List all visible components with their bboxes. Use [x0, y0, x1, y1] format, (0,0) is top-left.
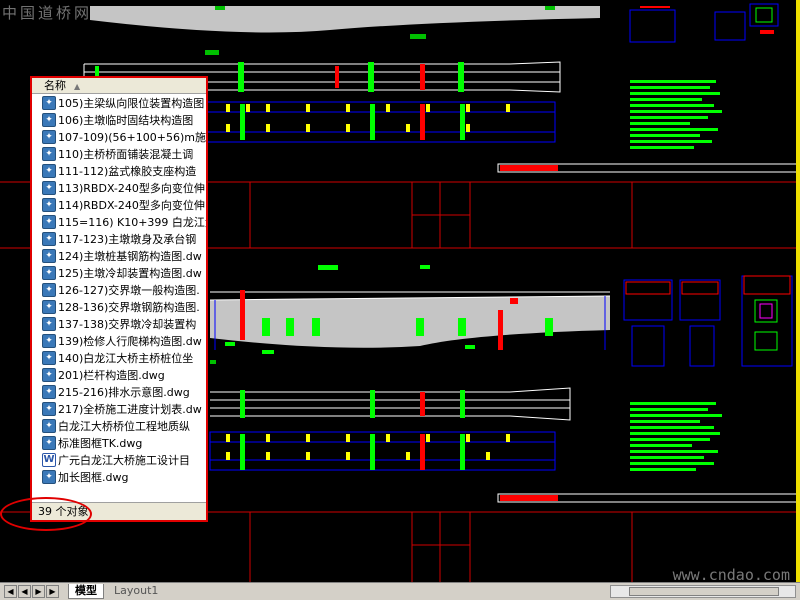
list-item[interactable]: ✦ 140)白龙江大桥主桥桩位坐: [32, 349, 206, 366]
list-item[interactable]: ✦ 117-123)主墩墩身及承台钢: [32, 230, 206, 247]
file-name-label: 215-216)排水示意图.dwg: [58, 385, 190, 399]
dwg-file-icon: ✦: [42, 146, 56, 161]
dwg-file-icon: ✦: [42, 418, 56, 433]
dwg-file-icon: ✦: [42, 350, 56, 365]
name-column-header[interactable]: 名称 ▲: [32, 78, 206, 94]
list-item[interactable]: ✦ 加长图框.dwg: [32, 468, 206, 485]
list-item[interactable]: ✦ 217)全桥施工进度计划表.dw: [32, 400, 206, 417]
file-name-label: 125)主墩冷却装置构造图.dw: [58, 266, 202, 280]
file-name-label: 115=116) K10+399 白龙江大: [58, 215, 206, 229]
file-name-label: 107-109)(56+100+56)m施工: [58, 130, 206, 144]
list-item[interactable]: ✦ 125)主墩冷却装置构造图.dw: [32, 264, 206, 281]
file-name-label: 201)栏杆构造图.dwg: [58, 368, 165, 382]
list-item[interactable]: ✦ 139)检修人行爬梯构造图.dw: [32, 332, 206, 349]
list-item[interactable]: ✦ 114)RBDX-240型多向变位伸: [32, 196, 206, 213]
prev-tab-button[interactable]: ◀: [18, 585, 31, 598]
dwg-file-icon: ✦: [42, 282, 56, 297]
list-item[interactable]: ✦ 115=116) K10+399 白龙江大: [32, 213, 206, 230]
list-item[interactable]: W 广元白龙江大桥施工设计目: [32, 451, 206, 468]
dwg-file-icon: ✦: [42, 180, 56, 195]
dwg-file-icon: ✦: [42, 469, 56, 484]
horizontal-scrollbar[interactable]: [610, 585, 796, 598]
last-tab-button[interactable]: ▶: [46, 585, 59, 598]
file-name-label: 139)检修人行爬梯构造图.dw: [58, 334, 202, 348]
list-item[interactable]: ✦ 137-138)交界墩冷却装置构: [32, 315, 206, 332]
file-name-label: 106)主墩临时固结块构造图: [58, 113, 194, 127]
file-name-label: 113)RBDX-240型多向变位伸: [58, 181, 205, 195]
status-highlight-ellipse: [0, 497, 92, 531]
file-name-label: 广元白龙江大桥施工设计目: [58, 453, 190, 467]
dwg-file-icon: ✦: [42, 333, 56, 348]
file-name-label: 加长图框.dwg: [58, 470, 129, 484]
file-list-panel: 名称 ▲ ✦ 105)主梁纵向限位装置构造图 ✦ 106)主墩临时固结块构造图 ✦ 107-…: [30, 76, 208, 522]
watermark-top-left: 中国道桥网: [2, 4, 93, 22]
dwg-file-icon: ✦: [42, 384, 56, 399]
first-tab-button[interactable]: ◀: [4, 585, 17, 598]
dwg-file-icon: ✦: [42, 231, 56, 246]
list-item[interactable]: ✦ 105)主梁纵向限位装置构造图: [32, 94, 206, 111]
file-name-label: 111-112)盆式橡胶支座构造: [58, 164, 197, 178]
file-name-label: 137-138)交界墩冷却装置构: [58, 317, 197, 331]
file-name-label: 110)主桥桥面铺装混凝土调: [58, 147, 194, 161]
file-name-label: 白龙江大桥桥位工程地质纵: [58, 419, 190, 433]
list-item[interactable]: ✦ 106)主墩临时固结块构造图: [32, 111, 206, 128]
dwg-file-icon: ✦: [42, 197, 56, 212]
horizontal-scroll-thumb[interactable]: [629, 587, 779, 596]
word-doc-icon: W: [42, 452, 56, 467]
next-tab-button[interactable]: ▶: [32, 585, 45, 598]
layout-tab-bar: ◀ ◀ ▶ ▶ 模型 Layout1: [0, 582, 800, 600]
list-item[interactable]: ✦ 124)主墩桩基钢筋构造图.dw: [32, 247, 206, 264]
dwg-file-icon: ✦: [42, 129, 56, 144]
list-item[interactable]: ✦ 128-136)交界墩钢筋构造图.: [32, 298, 206, 315]
file-name-label: 126-127)交界墩一般构造图.: [58, 283, 200, 297]
file-name-label: 140)白龙江大桥主桥桩位坐: [58, 351, 194, 365]
tab-model[interactable]: 模型: [68, 584, 104, 599]
dwg-file-icon: ✦: [42, 316, 56, 331]
column-header-label: 名称: [44, 79, 66, 92]
dwg-file-icon: ✦: [42, 435, 56, 450]
dwg-file-icon: ✦: [42, 248, 56, 263]
file-name-label: 114)RBDX-240型多向变位伸: [58, 198, 205, 212]
list-item[interactable]: ✦ 126-127)交界墩一般构造图.: [32, 281, 206, 298]
dwg-file-icon: ✦: [42, 163, 56, 178]
file-name-label: 标准图框TK.dwg: [58, 436, 143, 450]
list-item[interactable]: ✦ 201)栏杆构造图.dwg: [32, 366, 206, 383]
dwg-file-icon: ✦: [42, 367, 56, 382]
file-list: ✦ 105)主梁纵向限位装置构造图 ✦ 106)主墩临时固结块构造图 ✦ 107-109)…: [32, 94, 206, 504]
list-item[interactable]: ✦ 215-216)排水示意图.dwg: [32, 383, 206, 400]
vertical-scroll-strip[interactable]: [796, 0, 800, 582]
list-item[interactable]: ✦ 107-109)(56+100+56)m施工: [32, 128, 206, 145]
dwg-file-icon: ✦: [42, 214, 56, 229]
dwg-file-icon: ✦: [42, 112, 56, 127]
tab-layout1[interactable]: Layout1: [108, 584, 164, 599]
list-item[interactable]: ✦ 白龙江大桥桥位工程地质纵: [32, 417, 206, 434]
dwg-file-icon: ✦: [42, 95, 56, 110]
list-item[interactable]: ✦ 标准图框TK.dwg: [32, 434, 206, 451]
dwg-file-icon: ✦: [42, 265, 56, 280]
file-name-label: 128-136)交界墩钢筋构造图.: [58, 300, 200, 314]
file-name-label: 105)主梁纵向限位装置构造图: [58, 96, 205, 110]
list-item[interactable]: ✦ 111-112)盆式橡胶支座构造: [32, 162, 206, 179]
dwg-file-icon: ✦: [42, 299, 56, 314]
list-item[interactable]: ✦ 110)主桥桥面铺装混凝土调: [32, 145, 206, 162]
file-name-label: 217)全桥施工进度计划表.dw: [58, 402, 202, 416]
dwg-file-icon: ✦: [42, 401, 56, 416]
file-name-label: 117-123)主墩墩身及承台钢: [58, 232, 197, 246]
file-name-label: 124)主墩桩基钢筋构造图.dw: [58, 249, 202, 263]
sort-ascending-icon: ▲: [74, 82, 81, 91]
list-item[interactable]: ✦ 113)RBDX-240型多向变位伸: [32, 179, 206, 196]
